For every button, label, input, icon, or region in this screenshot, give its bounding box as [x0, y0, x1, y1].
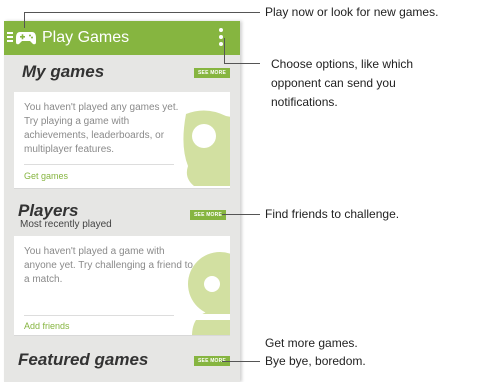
my-games-title: My games	[22, 62, 105, 81]
callout-line	[24, 12, 25, 28]
phone-screen: Play Games My games SEE MORE You haven't…	[4, 21, 240, 382]
get-games-link[interactable]: Get games	[24, 171, 68, 181]
add-friends-link[interactable]: Add friends	[24, 321, 70, 331]
players-title: Players	[18, 201, 79, 220]
callout-friends: Find friends to challenge.	[265, 207, 400, 221]
players-see-more-button[interactable]: SEE MORE	[190, 210, 226, 220]
drawer-icon[interactable]	[7, 32, 13, 44]
callout-options-line3: notifications.	[271, 95, 338, 109]
my-games-card-text: You haven't played any games yet. Try pl…	[24, 102, 179, 155]
callout-boredom: Bye bye, boredom.	[265, 354, 366, 368]
callout-line	[222, 214, 260, 215]
player-avatar-art-icon	[188, 252, 230, 335]
my-games-see-more-button[interactable]: SEE MORE	[194, 68, 230, 78]
card-divider	[24, 164, 174, 165]
callout-line	[222, 361, 260, 362]
players-card: You haven't played a game with anyone ye…	[14, 236, 230, 336]
app-title: Play Games	[42, 29, 130, 46]
callout-line	[224, 38, 225, 63]
callout-line	[224, 63, 260, 64]
callout-more-games: Get more games.	[265, 336, 358, 350]
featured-games-title: Featured games	[18, 350, 149, 369]
callout-options-line1: Choose options, like which	[271, 57, 414, 71]
my-games-card: You haven't played any games yet. Try pl…	[14, 92, 230, 189]
players-subtitle: Most recently played	[20, 219, 112, 230]
controller-art-icon	[183, 110, 230, 186]
players-card-text: You haven't played a game with anyone ye…	[24, 246, 193, 285]
callout-options-line2: opponent can send you	[271, 76, 396, 90]
callout-play-now: Play now or look for new games.	[265, 5, 439, 19]
card-divider	[24, 315, 174, 316]
gamepad-icon[interactable]	[15, 30, 37, 46]
app-bar: Play Games	[4, 21, 240, 55]
callout-line	[24, 12, 260, 13]
